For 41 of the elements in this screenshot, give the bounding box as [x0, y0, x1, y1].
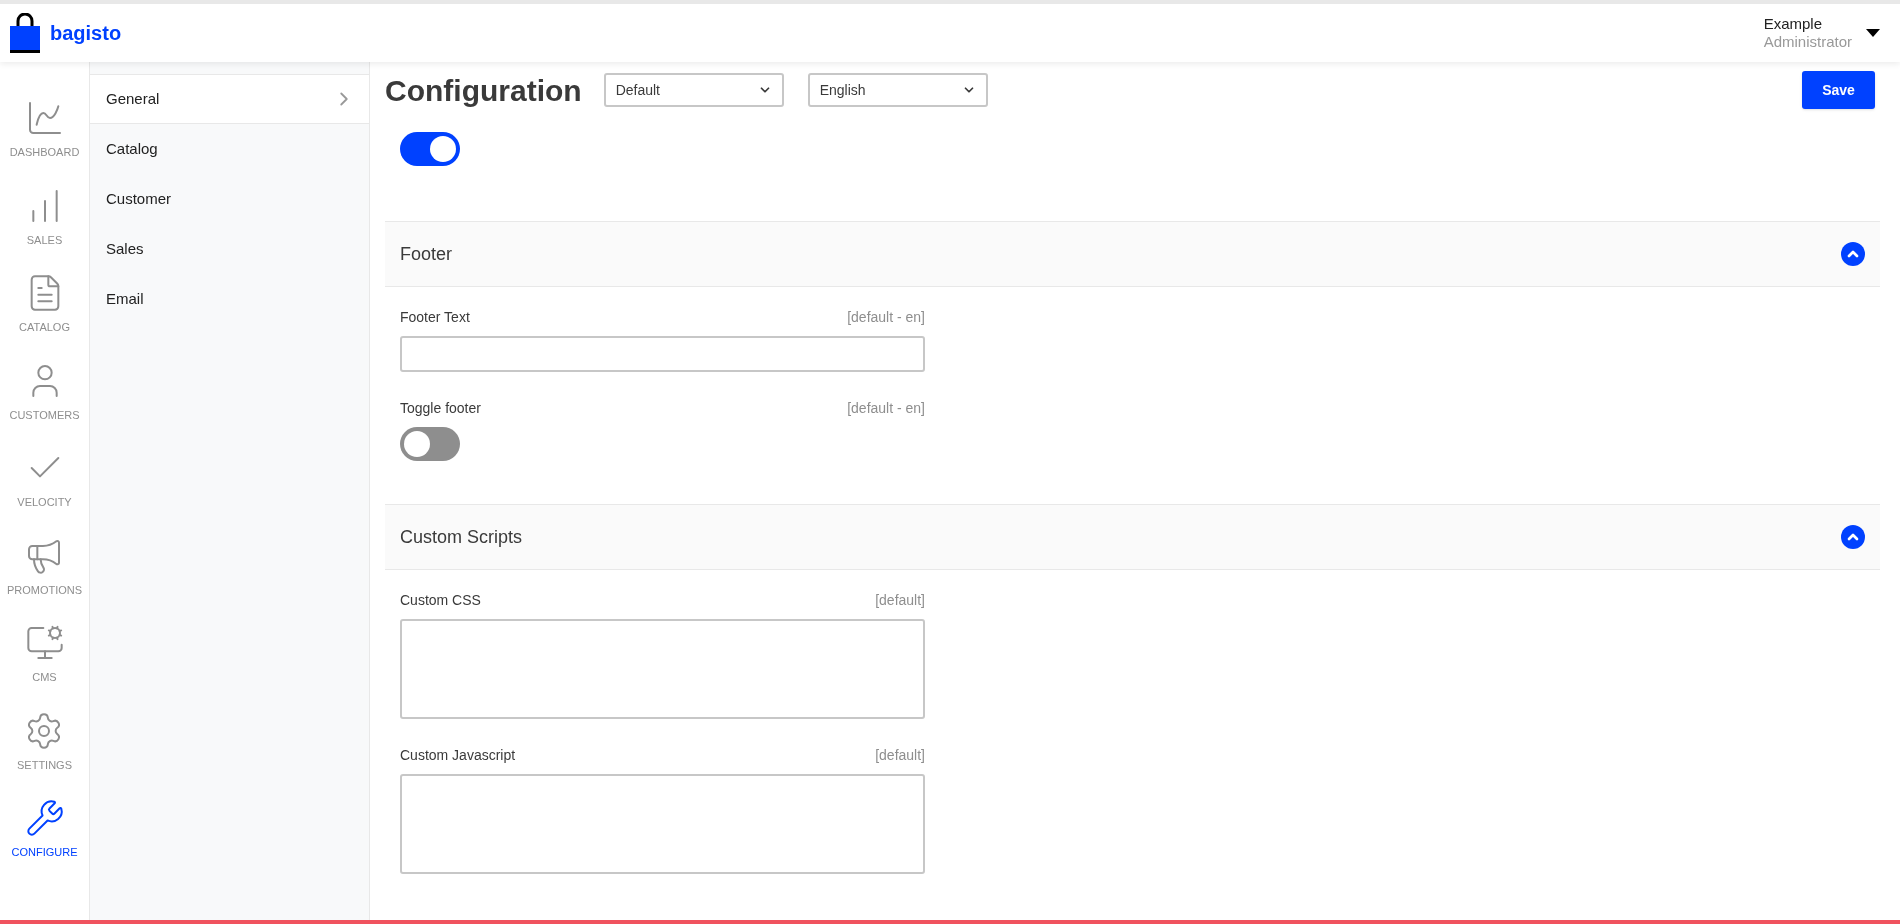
logo-text: bagisto	[50, 21, 122, 46]
menu-item[interactable]: Customer	[90, 174, 369, 224]
field-label: Footer Text	[400, 308, 470, 327]
field-label: Custom CSS	[400, 591, 481, 610]
caret-icon[interactable]	[1866, 29, 1880, 37]
shopping-bag-icon	[10, 13, 40, 53]
nav-item[interactable]: CMS	[24, 623, 65, 686]
scope-label: [default]	[875, 746, 925, 765]
nav-item[interactable]: CUSTOMERS	[9, 360, 80, 423]
menu-item[interactable]: Sales	[90, 224, 369, 274]
nav-item[interactable]: VELOCITY	[17, 448, 72, 511]
user-role: Administrator	[1763, 33, 1852, 51]
collapse-icon[interactable]	[1841, 242, 1865, 266]
toggle-switch[interactable]	[400, 427, 460, 461]
nav-item[interactable]: SETTINGS	[17, 710, 72, 773]
nav-item[interactable]: DASHBOARD	[9, 98, 80, 161]
wrench-icon	[24, 798, 65, 838]
toggle-switch[interactable]	[400, 132, 460, 166]
user-name: Example	[1763, 15, 1823, 33]
scope-label: [default - en]	[847, 399, 925, 418]
menu-item[interactable]: General	[90, 74, 369, 124]
field-label: Toggle footer	[400, 399, 481, 418]
scope-label: [default - en]	[847, 308, 925, 327]
field-label: Custom Javascript	[400, 746, 516, 765]
nav-item[interactable]: PROMOTIONS	[6, 535, 83, 598]
save-button[interactable]: Save	[1802, 71, 1875, 109]
nav-item[interactable]: CONFIGURE	[11, 798, 78, 861]
menu-item[interactable]: Email	[90, 274, 369, 324]
nav-item[interactable]: SALES	[24, 185, 65, 248]
menu-item[interactable]: Catalog	[90, 124, 369, 174]
section-title: Custom Scripts	[400, 525, 523, 549]
input-field[interactable]	[400, 336, 925, 372]
section-title: Footer	[400, 242, 453, 266]
section-header[interactable]: Custom Scripts	[385, 504, 1880, 570]
collapse-icon[interactable]	[1841, 525, 1865, 549]
page-title: Configuration	[385, 72, 582, 109]
channel-select[interactable]: Default	[603, 73, 784, 107]
scope-label: [default]	[875, 591, 925, 610]
nav-item[interactable]: CATALOG	[19, 273, 70, 336]
locale-select[interactable]: English	[807, 73, 988, 107]
section-header[interactable]: Footer	[385, 221, 1880, 287]
